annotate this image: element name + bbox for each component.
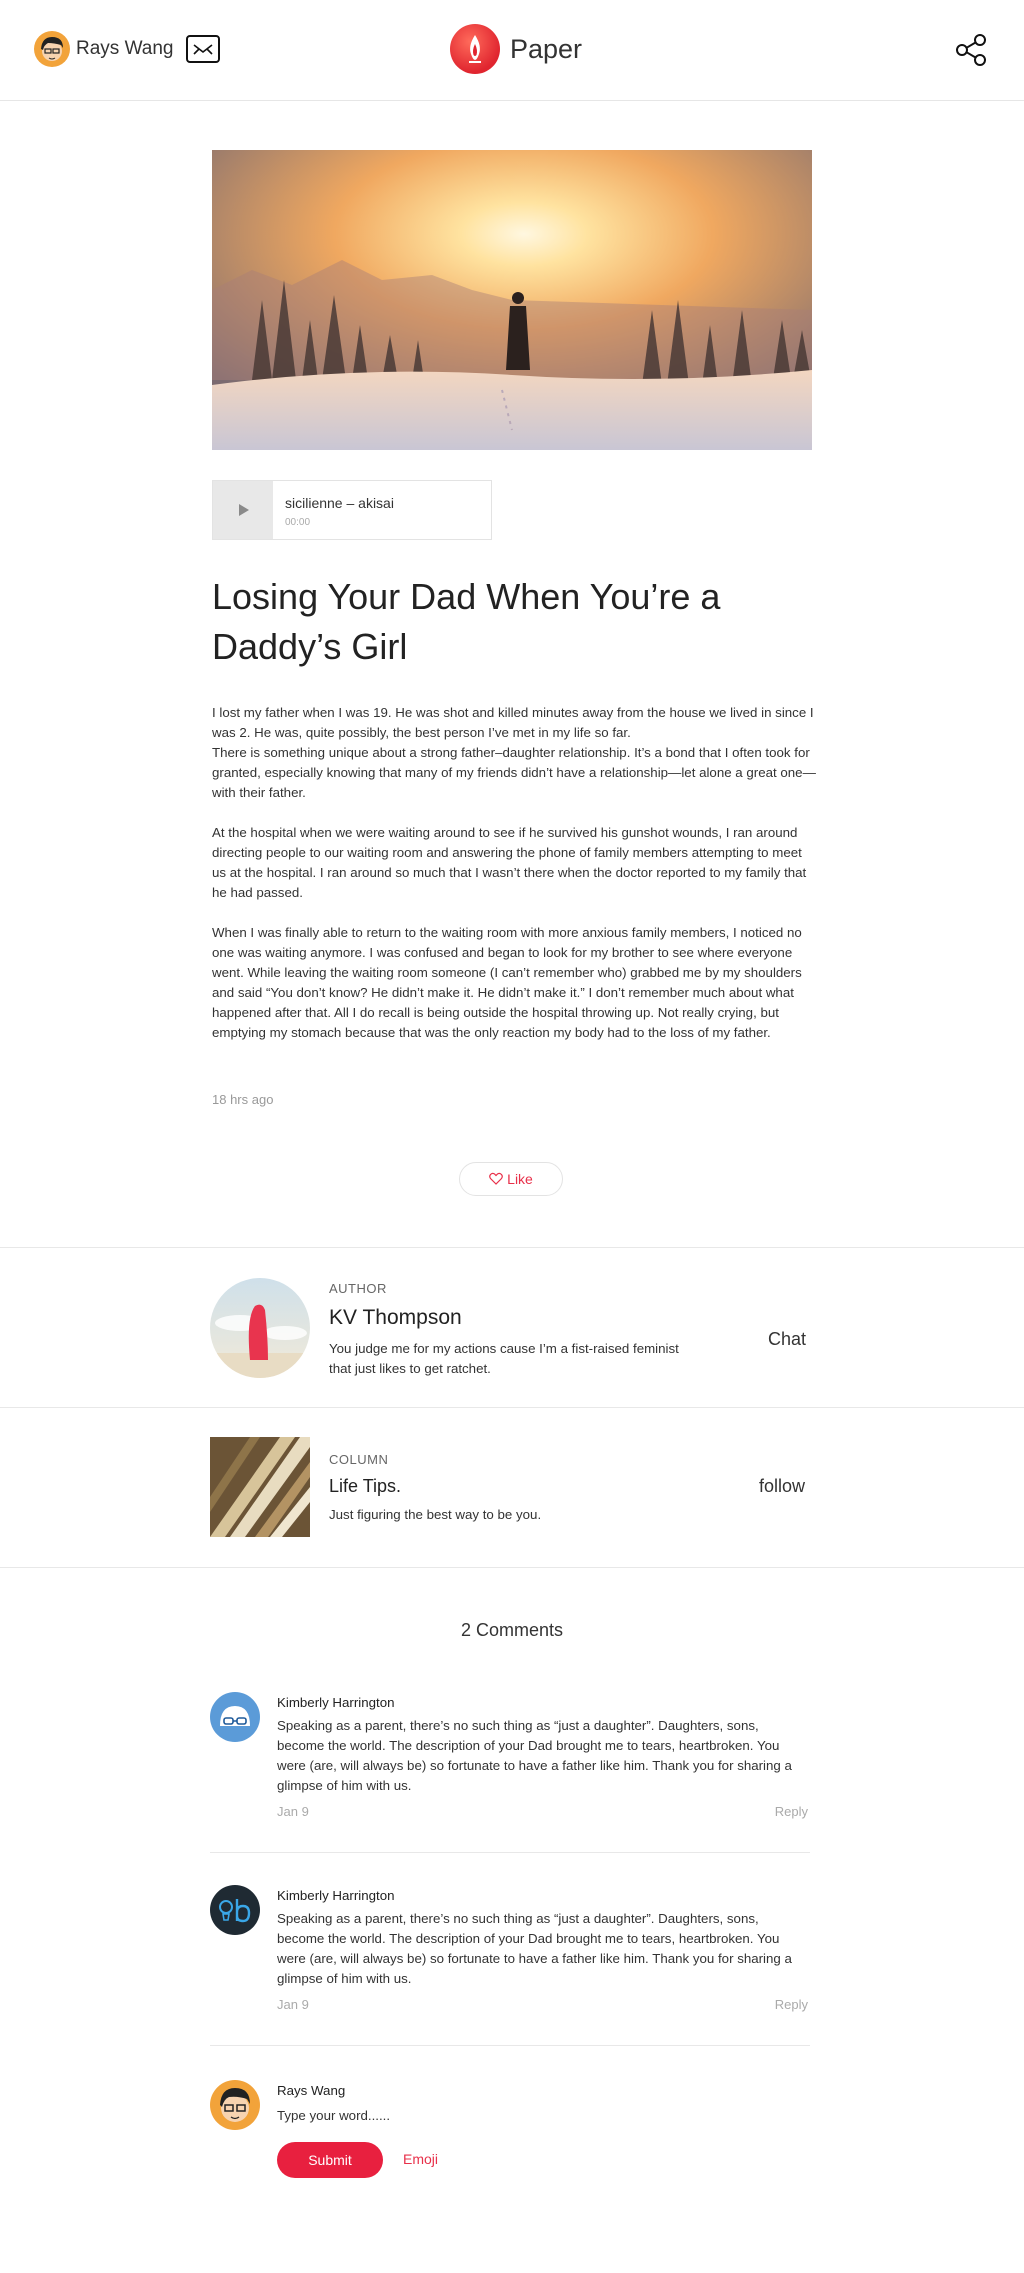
author-bio: You judge me for my actions cause I’m a …: [329, 1341, 679, 1376]
comments-title: 2 Comments: [460, 1620, 564, 1640]
author-name[interactable]: KV Thompson: [329, 1306, 462, 1330]
play-button[interactable]: [213, 481, 273, 539]
column-name[interactable]: Life Tips.: [329, 1476, 401, 1497]
flame-icon: [469, 35, 481, 63]
user-avatar[interactable]: [34, 31, 70, 67]
column-thumbnail-image: [210, 1437, 310, 1537]
heart-icon: [489, 1172, 504, 1185]
article-paragraph: At the hospital when we were waiting aro…: [212, 825, 807, 900]
top-bar: Rays Wang Paper: [0, 0, 1024, 101]
like-label: Like: [507, 1171, 533, 1187]
commenter-avatar-image: [219, 1899, 251, 1923]
submit-button[interactable]: Submit: [277, 2142, 383, 2178]
comment-date: Jan 9: [277, 1804, 309, 1819]
compose-user-name: Rays Wang: [277, 2083, 346, 2098]
brand-name[interactable]: Paper: [510, 34, 582, 65]
commenter-name[interactable]: Kimberly Harrington: [277, 1695, 395, 1710]
post-timestamp: 18 hrs ago: [212, 1092, 274, 1107]
comment-date: Jan 9: [277, 1997, 309, 2012]
share-icon[interactable]: [954, 33, 988, 67]
author-avatar-image: [210, 1278, 310, 1378]
reply-button[interactable]: Reply: [775, 1997, 808, 2012]
mail-icon-glyph: [193, 44, 213, 55]
paper-logo-icon[interactable]: [450, 24, 500, 74]
article-paragraph: When I was finally able to return to the…: [212, 925, 802, 1040]
audio-player: sicilienne – akisai 00:00: [212, 480, 492, 540]
column-description: Just figuring the best way to be you.: [329, 1507, 542, 1522]
comment-divider: [210, 1852, 810, 1853]
compose-avatar[interactable]: [210, 2080, 260, 2130]
mail-icon[interactable]: [186, 35, 220, 63]
chat-button[interactable]: Chat: [768, 1329, 806, 1350]
comment-text: Speaking as a parent, there’s no such th…: [277, 1911, 792, 1986]
article-body: I lost my father when I was 19. He was s…: [212, 703, 817, 1063]
track-time: 00:00: [285, 517, 311, 528]
article-title: Losing Your Dad When You’re a Daddy’s Gi…: [212, 576, 721, 667]
compose-avatar-image: [220, 2088, 250, 2122]
follow-button[interactable]: follow: [759, 1476, 805, 1497]
reply-button[interactable]: Reply: [775, 1804, 808, 1819]
hero-photo: [212, 150, 812, 450]
author-avatar[interactable]: [210, 1278, 310, 1378]
comment-divider: [210, 2045, 810, 2046]
like-button[interactable]: Like: [459, 1162, 563, 1196]
divider: [0, 1247, 1024, 1248]
commenter-avatar[interactable]: [210, 1692, 260, 1742]
emoji-button[interactable]: Emoji: [403, 2151, 438, 2167]
comment-text: Speaking as a parent, there’s no such th…: [277, 1718, 792, 1793]
column-label: COLUMN: [329, 1452, 389, 1467]
user-name[interactable]: Rays Wang: [76, 38, 174, 60]
commenter-avatar-image: [220, 1706, 250, 1726]
play-icon: [239, 504, 249, 516]
column-thumbnail[interactable]: [210, 1437, 310, 1537]
commenter-name[interactable]: Kimberly Harrington: [277, 1888, 395, 1903]
hero-image: [212, 150, 812, 450]
divider: [0, 1407, 1024, 1408]
track-title: sicilienne – akisai: [285, 495, 394, 511]
author-label: AUTHOR: [329, 1281, 387, 1296]
divider: [0, 1567, 1024, 1568]
comment-input[interactable]: [277, 2104, 777, 2126]
commenter-avatar[interactable]: [210, 1885, 260, 1935]
user-avatar-illustration: [41, 37, 63, 61]
article-paragraph: I lost my father when I was 19. He was s…: [212, 705, 816, 800]
comment-compose: Rays Wang Submit Emoji: [210, 2080, 810, 2180]
share-icon-glyph: [956, 34, 986, 66]
